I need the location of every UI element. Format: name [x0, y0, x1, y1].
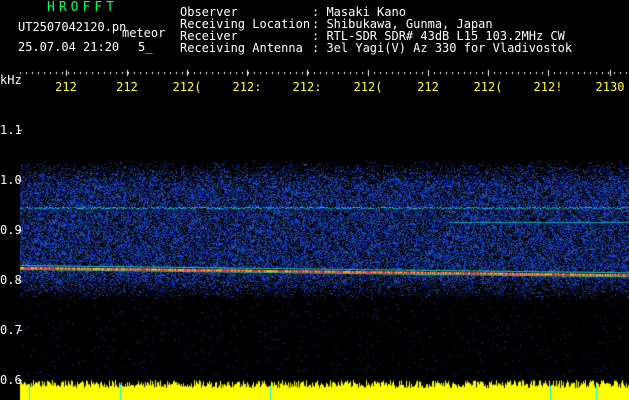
file-name: UT2507042120.pn [18, 20, 127, 34]
time-tick: 212( [353, 80, 383, 94]
field-value-antenna: : 3el Yagi(V) Az 330 for Vladivostok [312, 41, 573, 55]
freq-tick: 1.0 [0, 173, 22, 187]
freq-unit-label: kHz [0, 73, 22, 87]
time-tick: 212: [232, 80, 262, 94]
time-tick: 212( [172, 80, 202, 94]
time-tick: 212: [292, 80, 322, 94]
freq-tick: 0.8 [0, 273, 22, 287]
spectrogram [0, 0, 629, 400]
time-tick: 212 [55, 80, 77, 94]
time-tick: 2130 [595, 80, 625, 94]
scale-tag: 5_ [138, 40, 153, 54]
time-tick: 212( [473, 80, 503, 94]
time-tick: 212 [417, 80, 439, 94]
capture-datetime: 25.07.04 21:20 [18, 40, 120, 54]
freq-tick: 0.7 [0, 323, 22, 337]
time-tick: 212 [116, 80, 138, 94]
field-label-antenna: Receiving Antenna [180, 41, 303, 55]
freq-tick: 0.6 [0, 373, 22, 387]
freq-tick: 1.1 [0, 123, 22, 137]
time-tick: 212! [533, 80, 563, 94]
file-tag: meteor [122, 26, 166, 40]
freq-tick: 0.9 [0, 223, 22, 237]
app-title: HROFFT [47, 0, 118, 15]
